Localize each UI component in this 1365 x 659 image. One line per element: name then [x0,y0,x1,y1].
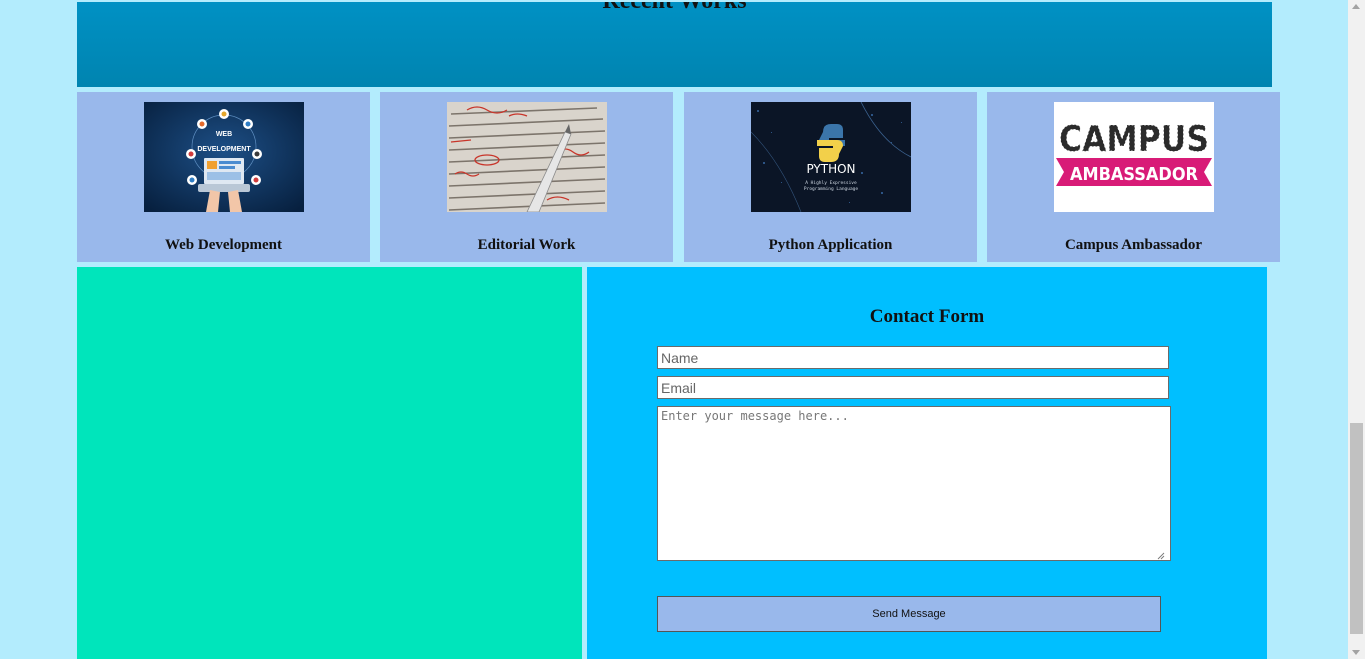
work-caption: Campus Ambassador [1064,237,1203,253]
work-card-web-development: WEB DEVELOPMENT Web Development [77,92,370,262]
svg-text:WEB: WEB [216,131,232,138]
scrollbar-thumb[interactable] [1350,423,1363,634]
contact-form-title: Contact Form [869,306,985,327]
work-caption: Web Development [164,237,283,253]
green-panel [77,267,582,659]
svg-text:PYTHON: PYTHON [806,162,855,176]
work-caption: Python Application [768,237,893,253]
page: Recent Works [0,0,1365,659]
web-development-image: WEB DEVELOPMENT [144,102,304,212]
contact-form-panel: Contact Form Send Message [587,267,1267,659]
svg-text:AMBASSADOR: AMBASSADOR [1070,164,1198,185]
message-textarea[interactable] [657,406,1171,561]
svg-text:Programming Language: Programming Language [804,186,858,192]
scroll-up-arrow-icon[interactable] [1352,4,1360,9]
recent-works-title: Recent Works [77,2,1272,15]
scroll-down-arrow-icon[interactable] [1352,650,1360,655]
work-caption: Editorial Work [477,237,576,253]
work-card-campus-ambassador: CAMPUS CAMPUS AMBASSADOR Campus Ambassad… [987,92,1280,262]
python-image: PYTHON A Highly Expressive Programming L… [751,102,911,212]
campus-ambassador-image: CAMPUS CAMPUS AMBASSADOR [1054,102,1214,212]
resize-grip-icon[interactable] [1157,552,1165,560]
name-input[interactable] [657,346,1169,369]
svg-text:DEVELOPMENT: DEVELOPMENT [197,146,251,153]
work-card-editorial: Editorial Work [380,92,673,262]
email-input[interactable] [657,376,1169,399]
editorial-proofreading-image [447,102,607,212]
send-message-button[interactable]: Send Message [657,596,1161,632]
svg-text:CAMPUS: CAMPUS [1059,119,1209,160]
vertical-scrollbar[interactable] [1348,0,1365,659]
recent-works-header: Recent Works [77,2,1272,87]
work-card-python: PYTHON A Highly Expressive Programming L… [684,92,977,262]
svg-text:A Highly Expressive: A Highly Expressive [805,180,857,186]
